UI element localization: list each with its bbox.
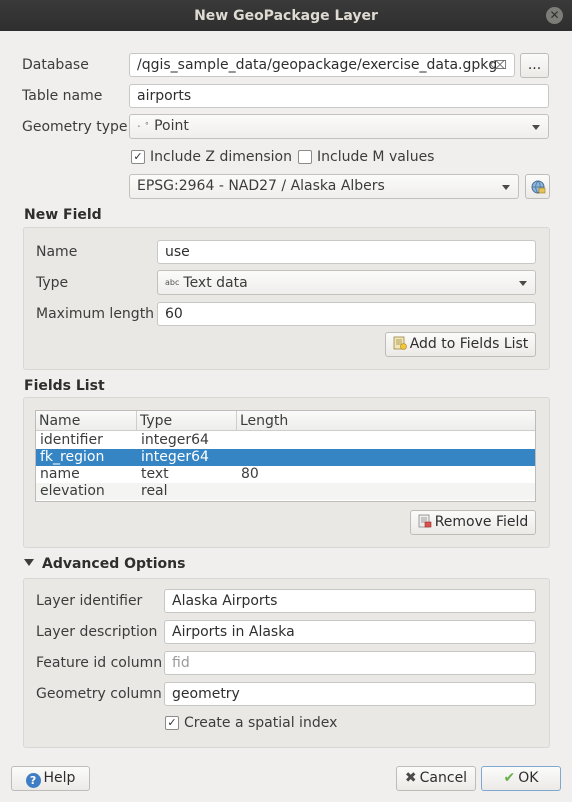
feature-id-input[interactable]: fid — [164, 651, 536, 675]
ok-label: OK — [518, 770, 539, 786]
text-type-icon: abc — [165, 278, 180, 287]
database-label: Database — [22, 57, 89, 73]
remove-field-icon — [418, 514, 432, 528]
feature-id-placeholder: fid — [172, 655, 190, 671]
crs-value: EPSG:2964 - NAD27 / Alaska Albers — [137, 178, 385, 194]
help-button[interactable]: ? Help — [11, 766, 90, 791]
ok-button[interactable]: ✔ OK — [481, 766, 561, 791]
include-m-checkbox[interactable] — [298, 150, 312, 164]
chevron-down-icon — [502, 185, 510, 190]
geometry-type-label: Geometry type — [22, 119, 128, 135]
help-icon: ? — [25, 773, 41, 788]
max-length-label: Maximum length — [36, 306, 155, 322]
add-to-fields-list-button[interactable]: Add to Fields List — [385, 332, 536, 357]
remove-field-button[interactable]: Remove Field — [410, 510, 536, 535]
cancel-button[interactable]: ✖ Cancel — [396, 766, 476, 791]
title-bar: New GeoPackage Layer ✕ — [0, 0, 572, 31]
remove-field-label: Remove Field — [434, 514, 529, 530]
cancel-icon: ✖ — [404, 770, 417, 786]
field-type-value: Text data — [183, 275, 248, 291]
database-field[interactable]: /qgis_sample_data/geopackage/exercise_da… — [129, 53, 515, 77]
cell-name: identifier — [40, 432, 103, 448]
cell-type: text — [141, 466, 169, 482]
table-name-input[interactable]: airports — [129, 84, 549, 108]
layer-identifier-input[interactable]: Alaska Airports — [164, 589, 536, 613]
help-label: Help — [43, 770, 76, 786]
field-type-label: Type — [36, 275, 69, 291]
cell-name: name — [40, 466, 80, 482]
cell-type: integer64 — [141, 449, 209, 465]
window-title: New GeoPackage Layer — [194, 7, 378, 24]
close-icon: ✕ — [549, 8, 560, 22]
checkmark-icon: ✔ — [503, 770, 516, 786]
clear-icon[interactable]: ⌫ — [490, 54, 507, 76]
advanced-options-title: Advanced Options — [42, 556, 186, 572]
add-field-icon — [393, 336, 407, 350]
table-row[interactable]: name text 80 — [36, 466, 535, 483]
spatial-index-checkbox[interactable]: ✓ — [165, 716, 179, 730]
cancel-label: Cancel — [419, 770, 468, 786]
geometry-type-value: Point — [154, 118, 189, 134]
layer-description-label: Layer description — [36, 624, 158, 640]
geometry-column-input[interactable]: geometry — [164, 682, 536, 706]
crs-select[interactable]: EPSG:2964 - NAD27 / Alaska Albers — [129, 174, 519, 199]
geometry-column-label: Geometry column — [36, 686, 162, 702]
fields-table-header: Name Type Length — [36, 411, 535, 431]
table-row-selected[interactable]: fk_region integer64 — [36, 449, 535, 466]
spatial-index-label: Create a spatial index — [184, 715, 338, 731]
column-header-type[interactable]: Type — [137, 411, 237, 431]
feature-id-label: Feature id column — [36, 655, 163, 671]
fields-table[interactable]: Name Type Length identifier integer64 fk… — [35, 410, 536, 502]
include-z-checkbox[interactable]: ✓ — [131, 150, 145, 164]
table-row[interactable]: elevation real — [36, 483, 535, 500]
cell-name: fk_region — [40, 449, 105, 465]
database-path: /qgis_sample_data/geopackage/exercise_da… — [137, 57, 498, 73]
field-name-label: Name — [36, 244, 78, 260]
new-field-title: New Field — [24, 207, 102, 223]
point-icon: ⠂˚ — [137, 123, 151, 133]
geometry-type-select[interactable]: ⠂˚ Point — [129, 114, 549, 139]
advanced-options-toggle[interactable]: Advanced Options — [24, 555, 185, 573]
cell-type: integer64 — [141, 432, 209, 448]
chevron-down-icon — [519, 281, 527, 286]
chevron-down-icon — [532, 125, 540, 130]
table-row[interactable]: identifier integer64 — [36, 432, 535, 449]
globe-icon — [531, 180, 545, 194]
crs-selector-button[interactable] — [525, 174, 550, 199]
fields-list-title: Fields List — [24, 378, 105, 394]
field-type-select[interactable]: abc Text data — [157, 270, 536, 295]
column-header-name[interactable]: Name — [36, 411, 137, 431]
include-z-label: Include Z dimension — [150, 149, 292, 165]
include-m-label: Include M values — [317, 149, 435, 165]
cell-type: real — [141, 483, 168, 499]
add-to-fields-list-label: Add to Fields List — [409, 336, 529, 352]
triangle-down-icon — [24, 559, 34, 566]
close-button[interactable]: ✕ — [546, 7, 563, 24]
layer-identifier-label: Layer identifier — [36, 593, 143, 609]
cell-length: 80 — [241, 466, 259, 482]
column-header-length[interactable]: Length — [237, 411, 536, 431]
cell-name: elevation — [40, 483, 105, 499]
max-length-input[interactable]: 60 — [157, 302, 536, 326]
field-name-input[interactable]: use — [157, 240, 536, 264]
layer-description-input[interactable]: Airports in Alaska — [164, 620, 536, 644]
table-name-label: Table name — [22, 88, 103, 104]
browse-button[interactable]: ... — [520, 53, 549, 78]
